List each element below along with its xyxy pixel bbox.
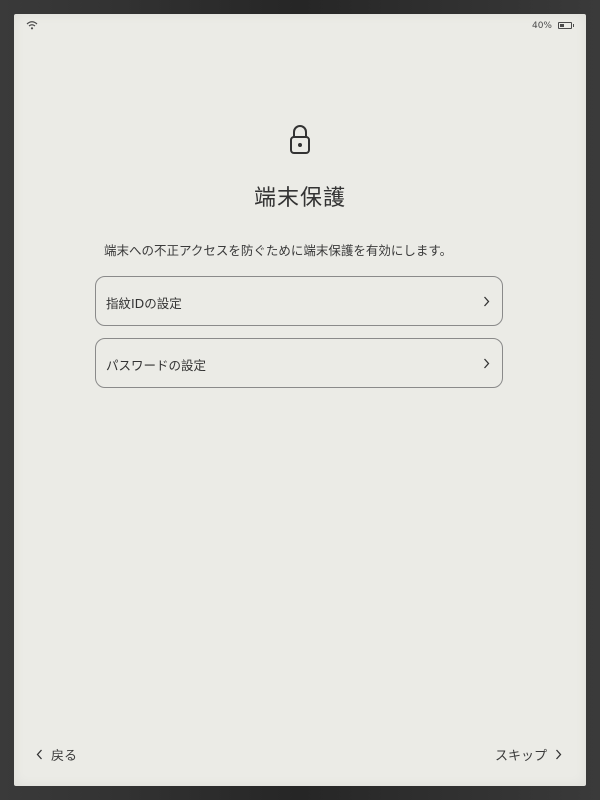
description-text: 端末への不正アクセスを防ぐために端末保護を有効にします。 [104, 243, 453, 258]
fingerprint-setup-label: 指紋IDの設定 [106, 296, 182, 311]
chevron-right-icon [556, 749, 562, 759]
battery-percent: 40% [531, 21, 552, 31]
password-setup-label: パスワードの設定 [106, 358, 207, 373]
chevron-right-icon [484, 296, 490, 307]
chevron-right-icon [484, 358, 490, 369]
skip-button[interactable]: スキップ [495, 744, 562, 764]
fingerprint-setup-button[interactable]: 指紋IDの設定 [95, 276, 503, 326]
battery-level-fill [560, 24, 564, 27]
wifi-icon [26, 21, 38, 30]
lock-icon [290, 125, 310, 154]
skip-label: スキップ [494, 748, 547, 764]
back-label: 戻る [51, 748, 78, 764]
device-screen: 40% 端末保護 端末への不正アクセスを防ぐために端末保護を有効にします。 指紋… [14, 14, 586, 786]
chevron-left-icon [36, 749, 42, 759]
page-title: 端末保護 [253, 186, 346, 211]
status-bar: 40% [14, 14, 586, 36]
battery-icon [558, 22, 574, 29]
password-setup-button[interactable]: パスワードの設定 [95, 338, 503, 388]
back-button[interactable]: 戻る [36, 744, 77, 764]
